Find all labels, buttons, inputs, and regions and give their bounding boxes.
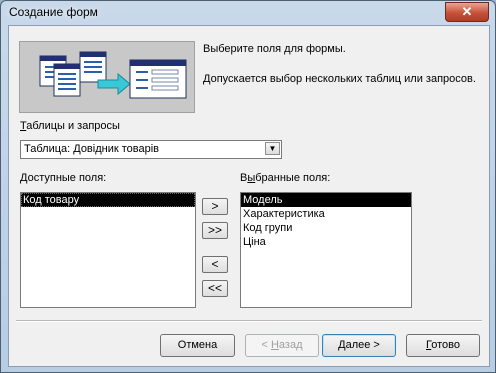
close-icon: ✕ [461, 4, 473, 19]
remove-field-button[interactable]: < [202, 256, 228, 273]
footer-divider [16, 320, 482, 322]
available-fields-list[interactable]: Код товару [20, 192, 196, 308]
remove-all-fields-button[interactable]: << [202, 280, 228, 297]
back-button[interactable]: < Назад [245, 334, 319, 357]
source-combobox-value: Таблица: Довідник товарів [24, 143, 160, 155]
dialog-client-area: Выберите поля для формы. Допускается выб… [8, 25, 490, 367]
add-all-fields-button[interactable]: >> [202, 222, 228, 239]
cancel-button[interactable]: Отмена [160, 334, 235, 357]
window-title: Создание форм [9, 5, 98, 19]
selected-label-rest: бранные поля: [255, 172, 331, 184]
finish-button-rest: отово [431, 339, 460, 351]
next-button[interactable]: Далее > [322, 334, 396, 357]
form-wizard-illustration [19, 41, 195, 113]
back-button-rest: азад [278, 339, 303, 351]
header-instruction: Выберите поля для формы. [203, 43, 346, 55]
available-label-mnemonic: Д [20, 172, 28, 184]
source-combobox[interactable]: Таблица: Довідник товарів ▼ [20, 140, 282, 159]
dropdown-button[interactable]: ▼ [265, 142, 280, 155]
header-hint: Допускается выбор нескольких таблиц или … [203, 73, 476, 85]
add-field-button[interactable]: > [202, 198, 228, 215]
wizard-window: Создание форм ✕ Выберите поля для формы.… [0, 0, 496, 373]
close-button[interactable]: ✕ [445, 2, 489, 22]
list-item[interactable]: Модель [241, 193, 411, 207]
source-label: Таблицы и запросы [20, 120, 120, 132]
back-button-pre: < [261, 339, 271, 351]
list-item[interactable]: Ціна [241, 235, 411, 249]
next-button-rest: алее > [345, 339, 380, 351]
back-button-mnemonic: Н [270, 339, 279, 351]
selected-fields-label: Выбранные поля: [240, 172, 330, 184]
next-button-mnemonic: Д [338, 339, 346, 351]
list-item[interactable]: Код товару [21, 193, 195, 207]
list-item[interactable]: Характеристика [241, 207, 411, 221]
list-item[interactable]: Код групи [241, 221, 411, 235]
finish-button[interactable]: Готово [406, 334, 480, 357]
source-label-rest: аблицы и запросы [26, 120, 120, 132]
title-bar[interactable]: Создание форм ✕ [1, 1, 495, 23]
available-fields-label: Доступные поля: [20, 172, 106, 184]
chevron-down-icon: ▼ [268, 144, 277, 153]
form-wizard-illustration-icon [39, 51, 187, 99]
available-label-rest: оступные поля: [27, 172, 107, 184]
selected-fields-list[interactable]: Модель Характеристика Код групи Ціна [240, 192, 412, 308]
